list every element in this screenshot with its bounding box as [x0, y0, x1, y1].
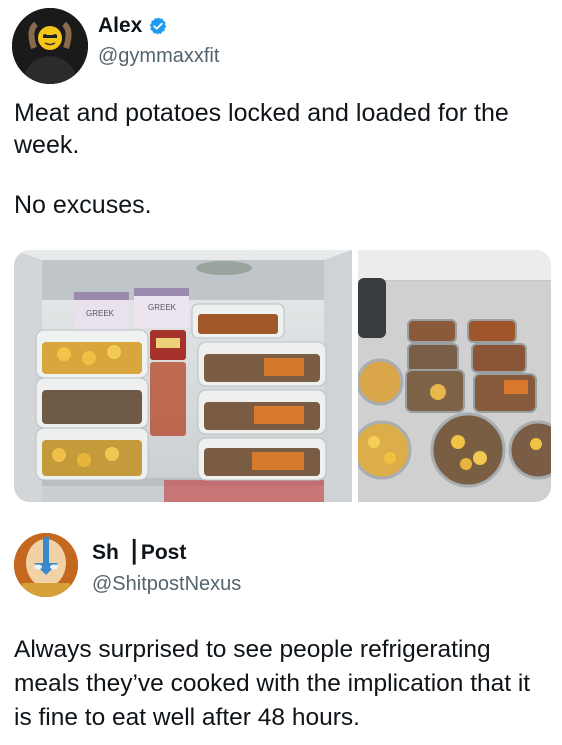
- author-handle[interactable]: @gymmaxxfit: [98, 45, 219, 68]
- tweet-text-secondary: No excuses.: [14, 191, 152, 219]
- tweet-text: Always surprised to see people refrigera…: [14, 636, 531, 731]
- yogurt-label: GREEK: [148, 303, 177, 312]
- author-avatar[interactable]: [12, 8, 88, 84]
- tweet-text: Meat and potatoes locked and loaded for …: [14, 99, 509, 159]
- tweet-photo-meal-prep[interactable]: [358, 250, 551, 502]
- yogurt-label: GREEK: [86, 309, 115, 318]
- tweet-photo-fridge[interactable]: GREEK GREEK: [14, 250, 352, 502]
- avatar-image: [14, 533, 78, 597]
- author-name[interactable]: Alex: [98, 14, 142, 38]
- author-name-row[interactable]: Alex: [98, 14, 168, 38]
- author-name[interactable]: Sh▕ Post: [92, 540, 186, 565]
- avatar-image: [12, 8, 88, 84]
- verified-badge-icon: [150, 17, 167, 35]
- author-handle[interactable]: @ShitpostNexus: [92, 573, 241, 596]
- author-avatar[interactable]: [14, 533, 78, 597]
